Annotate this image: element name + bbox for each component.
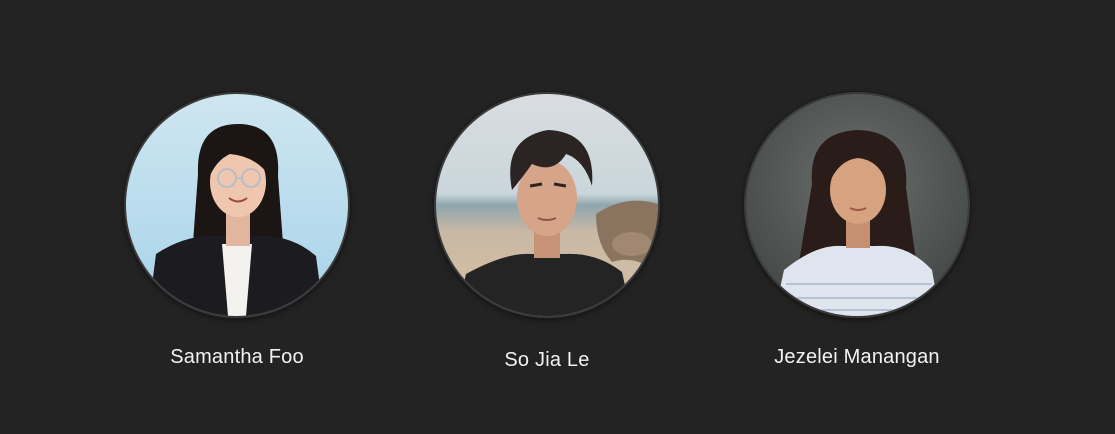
portrait-photo	[746, 94, 968, 316]
member-avatar	[434, 92, 660, 318]
member-name: So Jia Le	[504, 349, 590, 371]
member-avatar	[744, 92, 970, 318]
member-name: Jezelei Manangan	[774, 346, 940, 368]
portrait-photo	[126, 94, 348, 316]
member-avatar	[124, 92, 350, 318]
member-name: Samantha Foo	[170, 346, 304, 368]
team-member-card: So Jia Le	[434, 92, 660, 372]
portrait-photo	[436, 94, 658, 316]
team-member-card: Jezelei Manangan	[744, 92, 970, 369]
team-member-card: Samantha Foo	[124, 92, 350, 369]
team-members-section: Samantha Foo So Jia Le Jezelei Manangan	[0, 0, 1115, 434]
